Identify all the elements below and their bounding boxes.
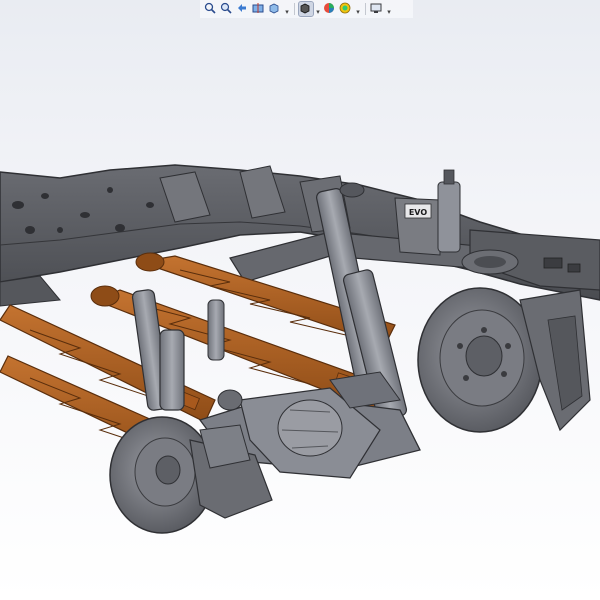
graphics-area[interactable]: EVO ▾ ▾ ▾ ▾	[0, 0, 600, 600]
edit-appearance-icon[interactable]	[323, 2, 337, 16]
apply-scene-dropdown-icon[interactable]: ▾	[355, 2, 361, 16]
toolbar-separator	[365, 3, 366, 15]
view-settings-icon[interactable]	[370, 2, 384, 16]
zoom-to-area-icon[interactable]	[220, 2, 234, 16]
display-style-dropdown-icon[interactable]: ▾	[315, 2, 321, 16]
display-style-icon[interactable]	[298, 1, 314, 17]
toolbar-separator	[294, 3, 295, 15]
view-orientation-icon[interactable]	[268, 2, 282, 16]
suspension-3d-model[interactable]: EVO	[0, 0, 600, 600]
heads-up-view-toolbar: ▾ ▾ ▾ ▾	[200, 0, 413, 18]
apply-scene-icon[interactable]	[339, 2, 353, 16]
brand-mark: EVO	[404, 203, 432, 219]
previous-view-icon[interactable]	[236, 2, 250, 16]
zoom-to-fit-icon[interactable]	[204, 2, 218, 16]
right-wheel-hub	[417, 287, 591, 433]
svg-text:EVO: EVO	[409, 208, 428, 217]
view-orientation-dropdown-icon[interactable]: ▾	[284, 2, 290, 16]
view-settings-dropdown-icon[interactable]: ▾	[386, 2, 392, 16]
section-view-icon[interactable]	[252, 2, 266, 16]
chassis-frame	[0, 164, 600, 307]
